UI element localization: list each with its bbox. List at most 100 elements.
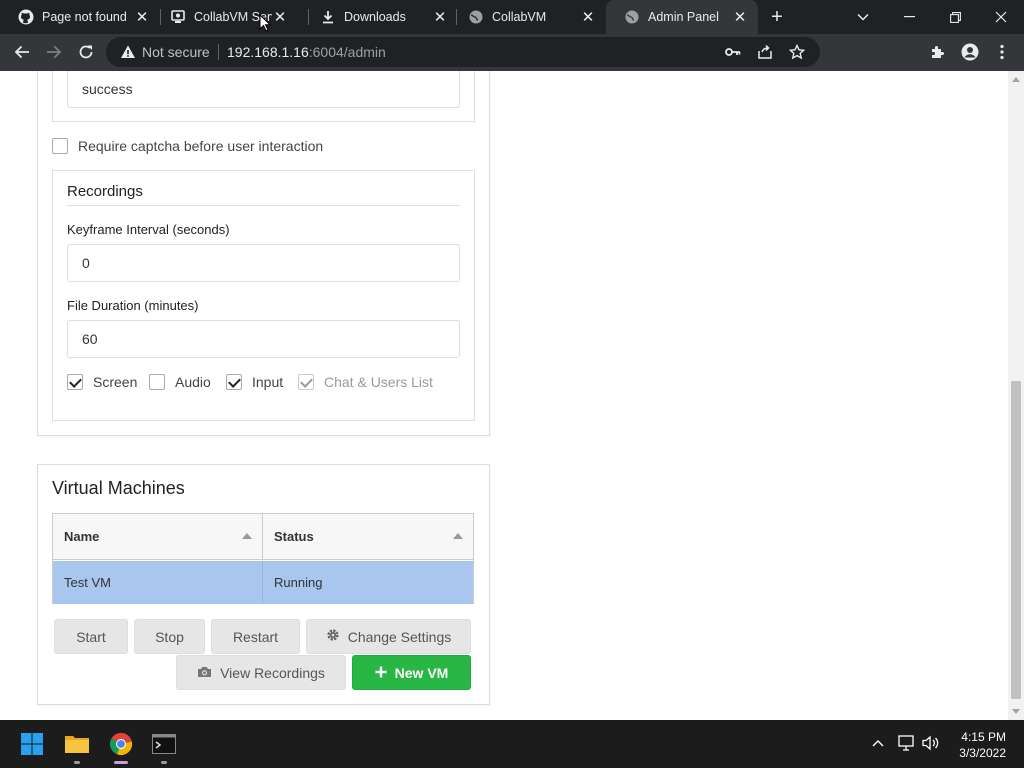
back-button[interactable] [8, 38, 36, 66]
auth-result-field[interactable]: success [67, 71, 460, 108]
menu-kebab-icon[interactable] [988, 38, 1016, 66]
stop-button[interactable]: Stop [134, 619, 205, 654]
table-row-status-cell[interactable]: Running [263, 561, 473, 604]
stop-label: Stop [155, 628, 184, 645]
virtual-machines-title: Virtual Machines [52, 478, 185, 498]
terminal-icon[interactable] [148, 728, 180, 764]
profile-avatar-icon[interactable] [956, 38, 984, 66]
close-icon[interactable]: ✕ [732, 8, 748, 26]
page-scrollbar[interactable] [1008, 71, 1024, 720]
url-path: :6004/admin [308, 44, 386, 60]
tab-downloads[interactable]: Downloads ✕ [302, 0, 458, 34]
network-icon[interactable] [898, 735, 916, 754]
column-header-label: Status [274, 529, 314, 544]
chat-users-list-label: Chat & Users List [324, 374, 433, 390]
globe-icon [468, 9, 484, 25]
column-header-name[interactable]: Name [53, 514, 263, 560]
download-icon [320, 9, 336, 25]
tab-title: Page not found [42, 10, 127, 24]
view-recordings-button[interactable]: View Recordings [176, 655, 346, 690]
warning-icon[interactable] [120, 44, 136, 60]
input-label: Input [252, 374, 284, 390]
windows-taskbar: 4:15 PM 3/3/2022 [0, 720, 1024, 768]
recordings-divider [67, 205, 460, 206]
chrome-icon[interactable] [105, 728, 137, 764]
key-icon[interactable] [722, 41, 744, 63]
new-vm-button[interactable]: New VM [352, 655, 471, 690]
audio-checkbox[interactable] [149, 374, 165, 390]
not-secure-label: Not secure [142, 44, 210, 60]
file-duration-label: File Duration (minutes) [67, 298, 199, 313]
globe-icon [624, 9, 640, 25]
clock-time: 4:15 PM [961, 730, 1006, 744]
clock-date: 3/3/2022 [959, 746, 1006, 760]
table-row-name-cell[interactable]: Test VM [53, 561, 263, 604]
windows-start-icon[interactable] [16, 728, 48, 760]
scrollbar-thumb[interactable] [1011, 381, 1021, 699]
omnibox-divider [218, 44, 219, 60]
captcha-label: Require captcha before user interaction [78, 138, 324, 154]
collabvm-icon [170, 9, 186, 25]
start-label: Start [76, 628, 106, 645]
column-header-status[interactable]: Status [263, 514, 473, 560]
start-button[interactable]: Start [54, 619, 128, 654]
file-duration-input[interactable]: 60 [67, 320, 460, 358]
vm-table: Name Status Test VM Running [52, 513, 474, 604]
show-hidden-icons-chevron-icon[interactable] [872, 734, 884, 750]
chat-users-list-checkbox [298, 374, 314, 390]
restore-button[interactable] [933, 0, 977, 34]
running-indicator [161, 761, 167, 764]
close-icon[interactable]: ✕ [432, 8, 448, 26]
admin-page: success Require captcha before user inte… [0, 71, 1008, 720]
url-host: 192.168.1.16 [227, 44, 309, 60]
github-icon [18, 9, 34, 25]
extensions-puzzle-icon[interactable] [924, 38, 952, 66]
active-indicator [114, 761, 128, 764]
file-explorer-icon[interactable] [61, 728, 93, 764]
volume-icon[interactable] [922, 735, 940, 754]
change-settings-button[interactable]: Change Settings [306, 619, 471, 654]
tab-collabvm-server[interactable]: CollabVM Server ✕ [152, 0, 308, 34]
recordings-title: Recordings [67, 183, 143, 200]
close-window-button[interactable] [979, 0, 1023, 34]
gear-icon [326, 628, 340, 645]
address-bar[interactable]: Not secure 192.168.1.16:6004/admin [106, 37, 820, 67]
camera-icon [197, 665, 212, 681]
plus-icon [375, 665, 387, 681]
scroll-up-arrow-icon[interactable] [1012, 77, 1020, 82]
reload-button[interactable] [72, 38, 100, 66]
scroll-down-arrow-icon[interactable] [1012, 709, 1020, 714]
column-header-label: Name [64, 529, 100, 544]
new-vm-label: New VM [394, 664, 449, 681]
keyframe-interval-label: Keyframe Interval (seconds) [67, 222, 230, 237]
audio-label: Audio [175, 374, 211, 390]
tab-page-not-found[interactable]: Page not found ✕ [0, 0, 160, 34]
change-settings-label: Change Settings [347, 628, 452, 645]
close-icon[interactable]: ✕ [272, 8, 288, 26]
tab-admin-panel[interactable]: Admin Panel ✕ [606, 0, 758, 34]
view-recordings-label: View Recordings [220, 664, 325, 681]
input-checkbox[interactable] [226, 374, 242, 390]
new-tab-button[interactable]: + [766, 4, 788, 30]
running-indicator [74, 761, 80, 764]
captcha-checkbox[interactable] [52, 138, 68, 154]
screen-label: Screen [93, 374, 138, 390]
forward-button[interactable] [40, 38, 68, 66]
bookmark-star-icon[interactable] [786, 41, 808, 63]
restart-button[interactable]: Restart [211, 619, 300, 654]
tab-search-chevron-icon[interactable] [841, 0, 885, 34]
screen-checkbox[interactable] [67, 374, 83, 390]
restart-label: Restart [232, 628, 279, 645]
tab-collabvm[interactable]: CollabVM ✕ [450, 0, 606, 34]
share-icon[interactable] [754, 41, 776, 63]
url-text: 192.168.1.16:6004/admin [227, 44, 386, 60]
tab-title: CollabVM [492, 10, 547, 24]
browser-toolbar: Not secure 192.168.1.16:6004/admin [0, 34, 1024, 71]
sort-up-icon [453, 533, 463, 539]
keyframe-interval-input[interactable]: 0 [67, 244, 460, 282]
close-icon[interactable]: ✕ [580, 8, 596, 26]
minimize-button[interactable] [887, 0, 931, 34]
system-clock[interactable]: 4:15 PM 3/3/2022 [959, 729, 1006, 761]
close-icon[interactable]: ✕ [134, 8, 150, 26]
sort-up-icon [242, 533, 252, 539]
